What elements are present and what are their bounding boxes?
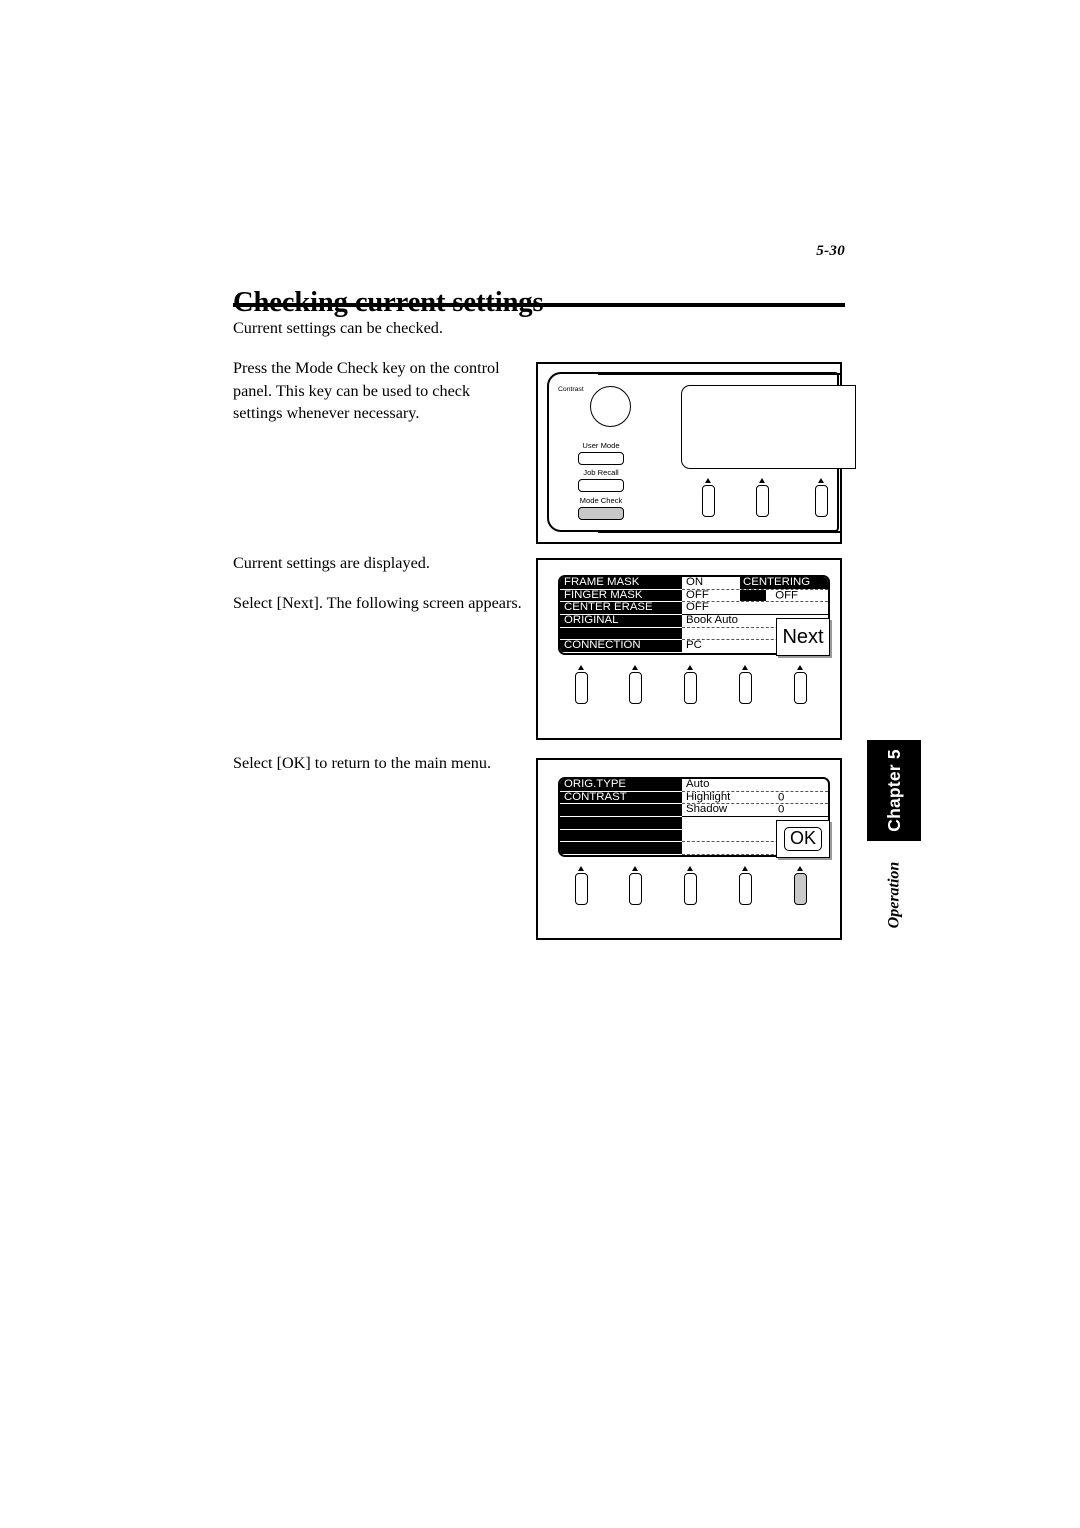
ok-button[interactable]: OK [776,820,830,858]
next-button-label: Next [782,626,824,648]
row-number: 0 [778,790,785,803]
row-value: Highlight 0 [682,790,828,805]
section-tab-label: Operation [885,861,903,929]
softkey-arrow-icon [797,866,803,871]
lcd-row: CONTRAST Highlight 0 [560,790,828,805]
row-label: FRAME MASK [560,577,682,590]
softkey-arrow-icon [632,665,638,670]
lcd-row: Shadow 0 [560,803,828,818]
row-value: Auto [682,779,828,792]
row-label [560,842,682,855]
row-label: FINGER MASK [560,589,682,603]
row-label [560,817,682,830]
page-number: 5-30 [816,243,845,259]
chapter-tab: Chapter 5 [867,740,921,841]
chapter-tab-label: Chapter 5 [883,749,904,832]
lcd-display-blank [681,385,856,469]
softkey-2[interactable] [756,485,769,517]
row-value-text: ON [686,576,704,589]
softkey-arrow-icon [797,665,803,670]
row-value-text: Book Auto [686,614,738,627]
softkey-arrow-icon [578,665,584,670]
row-value-text: Shadow [686,803,728,816]
row-value: Shadow 0 [682,803,828,818]
softkey-4[interactable] [739,873,752,905]
document-page: 5-30 Checking current settings Current s… [0,0,1080,1528]
row-label: CONNECTION [560,640,682,653]
softkey-4[interactable] [739,672,752,704]
softkey-arrow-icon [742,866,748,871]
panel-top-line [598,373,842,375]
softkey-5[interactable] [794,672,807,704]
lcd-row: FINGER MASK OFF OFF [560,588,828,603]
user-mode-key[interactable] [578,452,624,465]
user-mode-key-label: User Mode [582,441,620,450]
contrast-knob-label: Contrast [558,386,584,393]
paragraph-press-key: Press the Mode Check key on the control … [233,359,500,422]
softkey-5-highlighted[interactable] [794,873,807,905]
lcd-row: ORIG.TYPE Auto [560,779,828,792]
softkey-1[interactable] [575,672,588,704]
softkey-2[interactable] [629,873,642,905]
job-recall-key-label: Job Recall [583,468,619,477]
softkey-arrow-icon [818,478,824,483]
paragraph-intro: Current settings can be checked. [233,319,443,337]
row-value-text: Highlight [686,790,731,803]
softkey-arrow-icon [578,866,584,871]
paragraph-select-ok: Select [OK] to return to the main menu. [233,754,492,772]
row-number: 0 [778,803,785,816]
softkey-3[interactable] [684,672,697,704]
mode-check-key[interactable] [578,507,624,520]
lcd-row: CENTER ERASE OFF [560,601,828,616]
row-label [560,627,682,641]
row-extra-label: CENTERING [740,577,828,589]
row-label [560,829,682,843]
softkey-arrow-icon [742,665,748,670]
paragraph-select-next: Select [Next]. The following screen appe… [233,594,522,612]
row-value-text: Auto [686,778,710,791]
row-label: CONTRAST [560,791,682,805]
row-label [560,804,682,818]
row-value: ON CENTERING [682,577,828,590]
row-label: ORIGINAL [560,615,682,628]
softkey-arrow-icon [687,665,693,670]
row-label: ORIG.TYPE [560,779,682,792]
title-divider [233,303,845,307]
softkey-arrow-icon [687,866,693,871]
paragraph-displayed: Current settings are displayed. [233,554,430,572]
row-label: CENTER ERASE [560,602,682,616]
softkey-1[interactable] [575,873,588,905]
row-value-text: OFF [686,601,709,614]
softkey-arrow-icon [759,478,765,483]
softkey-2[interactable] [629,672,642,704]
softkey-1[interactable] [702,485,715,517]
row-value: OFF [682,601,828,616]
section-tab: Operation [867,855,921,935]
row-value: OFF OFF [682,588,828,603]
next-button[interactable]: Next [776,618,830,656]
row-extra-value: OFF [775,588,798,601]
row-value-text: OFF [686,588,709,601]
softkey-3[interactable] [815,485,828,517]
softkey-3[interactable] [684,873,697,905]
softkey-arrow-icon [632,866,638,871]
job-recall-key[interactable] [578,479,624,492]
ok-button-label: OK [783,827,822,851]
contrast-knob[interactable] [590,386,631,427]
softkey-arrow-icon [705,478,711,483]
lcd-row: FRAME MASK ON CENTERING [560,577,828,590]
mode-check-key-label: Mode Check [579,496,623,505]
row-inverted-gap [740,589,766,602]
row-value-text: PC [686,639,702,652]
panel-bottom-line [598,531,842,533]
